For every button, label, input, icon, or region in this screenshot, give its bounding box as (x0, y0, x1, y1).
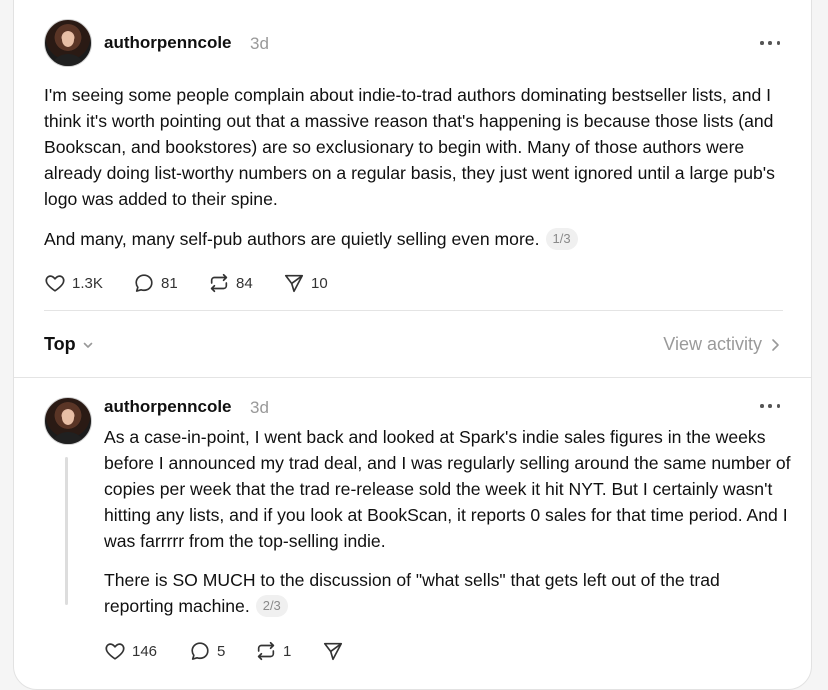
send-icon (284, 274, 304, 293)
reply-repost-button[interactable]: 1 (255, 640, 291, 662)
reply-repost-count: 1 (283, 642, 292, 660)
like-button[interactable]: 1.3K (44, 272, 103, 294)
repost-icon (210, 273, 228, 293)
post-pager-badge: 1/3 (545, 228, 578, 250)
like-count: 1.3K (72, 274, 103, 292)
view-activity-link[interactable]: View activity (663, 334, 780, 355)
reply-button[interactable]: 81 (133, 272, 178, 294)
reply-paragraph-2-text: There is SO MUCH to the discussion of "w… (104, 570, 720, 616)
divider (44, 310, 783, 311)
thread-line (65, 457, 68, 605)
reply-username[interactable]: authorpenncole (104, 397, 232, 417)
post-paragraph-2: And many, many self-pub authors are quie… (44, 226, 789, 252)
reply-comment-button[interactable]: 5 (189, 640, 225, 662)
reply-share-button[interactable] (322, 640, 350, 662)
avatar-shoulders (53, 432, 83, 444)
heart-icon (45, 275, 65, 292)
heart-icon (105, 643, 125, 660)
reply-pager-badge: 2/3 (255, 595, 288, 617)
post-paragraph-2-text: And many, many self-pub authors are quie… (44, 229, 540, 249)
avatar-shoulders (53, 54, 83, 66)
sort-dropdown[interactable]: Top (44, 334, 94, 355)
chevron-right-icon (772, 338, 779, 351)
repost-count: 84 (236, 274, 253, 292)
more-options-icon[interactable] (760, 33, 780, 53)
post-username[interactable]: authorpenncole (104, 33, 232, 53)
more-options-icon[interactable] (760, 396, 780, 416)
reply-paragraph-2: There is SO MUCH to the discussion of "w… (104, 567, 794, 619)
reply-timestamp[interactable]: 3d (250, 398, 269, 418)
comment-icon (135, 274, 153, 292)
share-count: 10 (311, 274, 328, 292)
sort-label: Top (44, 334, 76, 354)
avatar-face (62, 32, 74, 47)
chevron-down-icon (83, 342, 92, 348)
repost-button[interactable]: 84 (208, 272, 253, 294)
avatar-face (62, 410, 74, 425)
reply-avatar[interactable] (44, 397, 92, 445)
share-button[interactable]: 10 (283, 272, 328, 294)
reply-paragraph-1: As a case-in-point, I went back and look… (104, 427, 791, 551)
view-activity-label: View activity (663, 334, 762, 354)
send-icon (323, 642, 343, 661)
avatar[interactable] (44, 19, 92, 67)
reply-comment-count: 5 (217, 642, 226, 660)
reply-like-button[interactable]: 146 (104, 640, 157, 662)
post-paragraph-1: I'm seeing some people complain about in… (44, 85, 775, 209)
section-divider (14, 377, 811, 378)
repost-icon (257, 641, 275, 661)
reply-like-count: 146 (132, 642, 158, 660)
comment-icon (191, 642, 209, 660)
reply-count: 81 (161, 274, 178, 292)
post-timestamp[interactable]: 3d (250, 34, 269, 54)
